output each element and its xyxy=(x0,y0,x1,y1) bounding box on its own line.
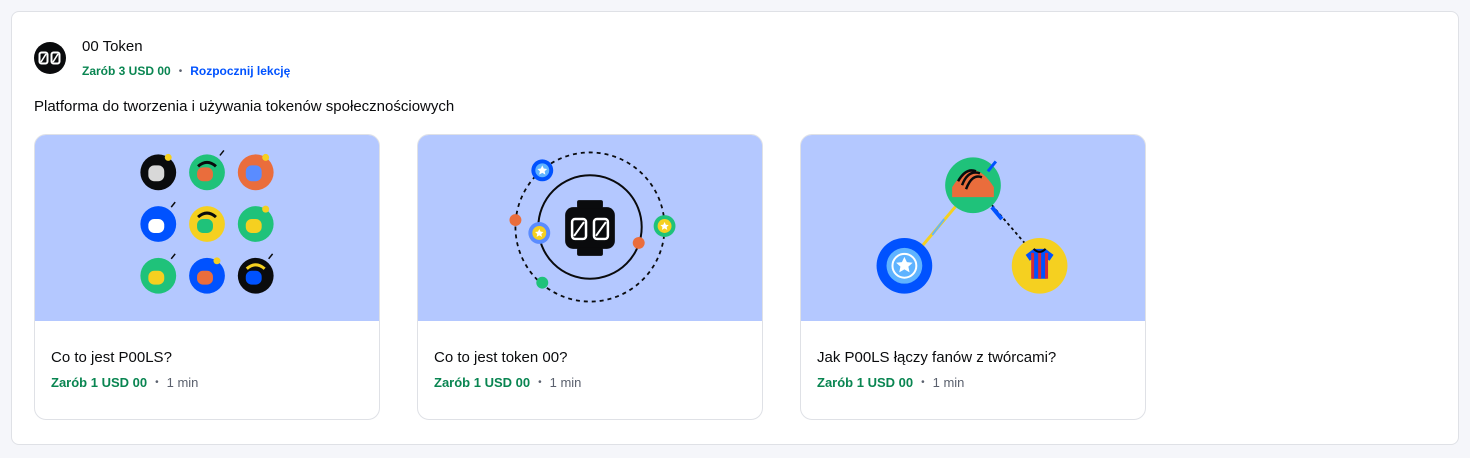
start-lesson-link[interactable]: Rozpocznij lekcję xyxy=(190,64,290,78)
lesson-title: Jak P00LS łączy fanów z twórcami? xyxy=(817,349,1057,366)
lesson-earn-label: Zarób 1 USD 00 xyxy=(434,375,531,390)
lesson-earn-label: Zarób 1 USD 00 xyxy=(51,375,148,390)
token-orbit-illustration xyxy=(418,135,762,321)
lesson-panel: 00 Token Zarób 3 USD 00 • Rozpocznij lek… xyxy=(11,11,1459,445)
asset-name: 00 Token xyxy=(82,38,143,55)
lesson-duration: 1 min xyxy=(166,375,199,390)
asset-earn-label: Zarób 3 USD 00 xyxy=(82,64,171,78)
lesson-duration: 1 min xyxy=(932,375,965,390)
separator-dot: • xyxy=(178,65,183,77)
lesson-meta: Zarób 1 USD 00 • 1 min xyxy=(434,375,581,390)
lesson-earn-label: Zarób 1 USD 00 xyxy=(817,375,914,390)
separator-dot: • xyxy=(538,377,542,388)
lesson-title: Co to jest token 00? xyxy=(434,349,568,366)
lesson-card-what-is-pools[interactable]: Co to jest P00LS? Zarób 1 USD 00 • 1 min xyxy=(34,134,380,420)
token-00-logo-icon xyxy=(34,42,66,74)
asset-description: Platforma do tworzenia i używania tokenó… xyxy=(34,98,455,115)
separator-dot: • xyxy=(921,377,925,388)
creators-grid-illustration xyxy=(35,135,379,321)
separator-dot: • xyxy=(155,377,159,388)
lesson-card-fans-and-creators[interactable]: Jak P00LS łączy fanów z twórcami? Zarób … xyxy=(800,134,1146,420)
lesson-duration: 1 min xyxy=(549,375,582,390)
lesson-title: Co to jest P00LS? xyxy=(51,349,172,366)
lesson-meta: Zarób 1 USD 00 • 1 min xyxy=(51,375,198,390)
asset-meta: Zarób 3 USD 00 • Rozpocznij lekcję xyxy=(82,64,290,78)
fans-creators-network-illustration xyxy=(801,135,1145,321)
lesson-card-what-is-00-token[interactable]: Co to jest token 00? Zarób 1 USD 00 • 1 … xyxy=(417,134,763,420)
lesson-meta: Zarób 1 USD 00 • 1 min xyxy=(817,375,964,390)
